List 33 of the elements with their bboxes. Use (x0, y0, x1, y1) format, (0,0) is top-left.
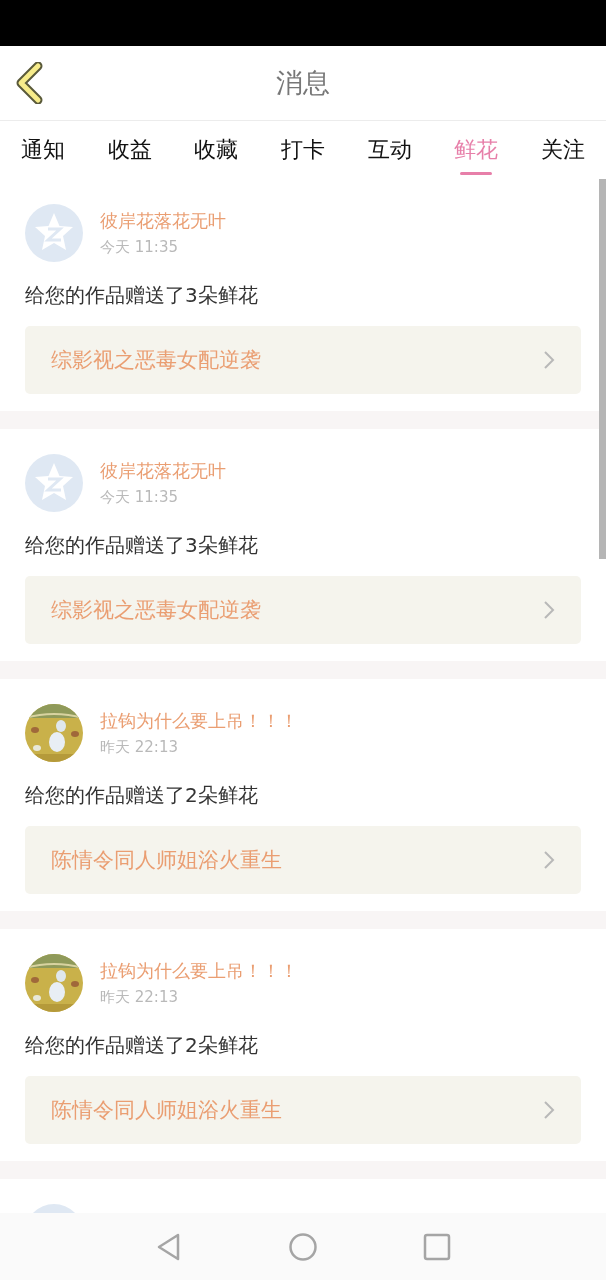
tab[interactable]: 通知 (0, 121, 87, 179)
home-circle-icon[interactable] (288, 1231, 318, 1262)
scrollbar[interactable] (599, 179, 606, 559)
tab[interactable]: 收藏 (173, 121, 260, 179)
page-title: 消息 (276, 66, 330, 100)
chevron-right-icon (543, 350, 555, 370)
work-link[interactable]: 陈情令同人师姐浴火重生 (25, 826, 581, 894)
sender-name[interactable]: 彼岸花落花无叶 (100, 210, 226, 232)
tab[interactable]: 关注 (519, 121, 606, 179)
timestamp: 昨天 22:13 (100, 988, 179, 1006)
timestamp: 昨天 22:13 (100, 738, 179, 756)
timestamp: 今天 11:35 (100, 238, 179, 256)
sender-name[interactable]: 拉钩为什么要上吊！！！ (100, 960, 298, 982)
work-link[interactable]: 综影视之恶毒女配逆袭 (25, 326, 581, 394)
message-text: 给您的作品赠送了2朵鲜花 (25, 782, 259, 809)
chevron-right-icon (543, 850, 555, 870)
sender-name[interactable]: 彼岸花落花无叶 (100, 460, 226, 482)
back-button[interactable] (14, 62, 44, 104)
work-link[interactable]: 陈情令同人师姐浴火重生 (25, 1076, 581, 1144)
timestamp: 今天 11:35 (100, 488, 179, 506)
message-text: 给您的作品赠送了2朵鲜花 (25, 1032, 259, 1059)
tab[interactable]: 收益 (86, 121, 174, 179)
message-text: 给您的作品赠送了3朵鲜花 (25, 282, 259, 309)
chevron-right-icon (543, 600, 555, 620)
tab[interactable]: 鲜花 (432, 121, 520, 179)
sender-name[interactable]: 拉钩为什么要上吊！！！ (100, 710, 298, 732)
chevron-right-icon (543, 1100, 555, 1120)
tab[interactable]: 互动 (346, 121, 433, 179)
square-icon[interactable] (423, 1232, 451, 1261)
tab[interactable]: 打卡 (259, 121, 347, 179)
back-icon (14, 62, 44, 104)
message-text: 给您的作品赠送了3朵鲜花 (25, 532, 259, 559)
work-link[interactable]: 综影视之恶毒女配逆袭 (25, 576, 581, 644)
